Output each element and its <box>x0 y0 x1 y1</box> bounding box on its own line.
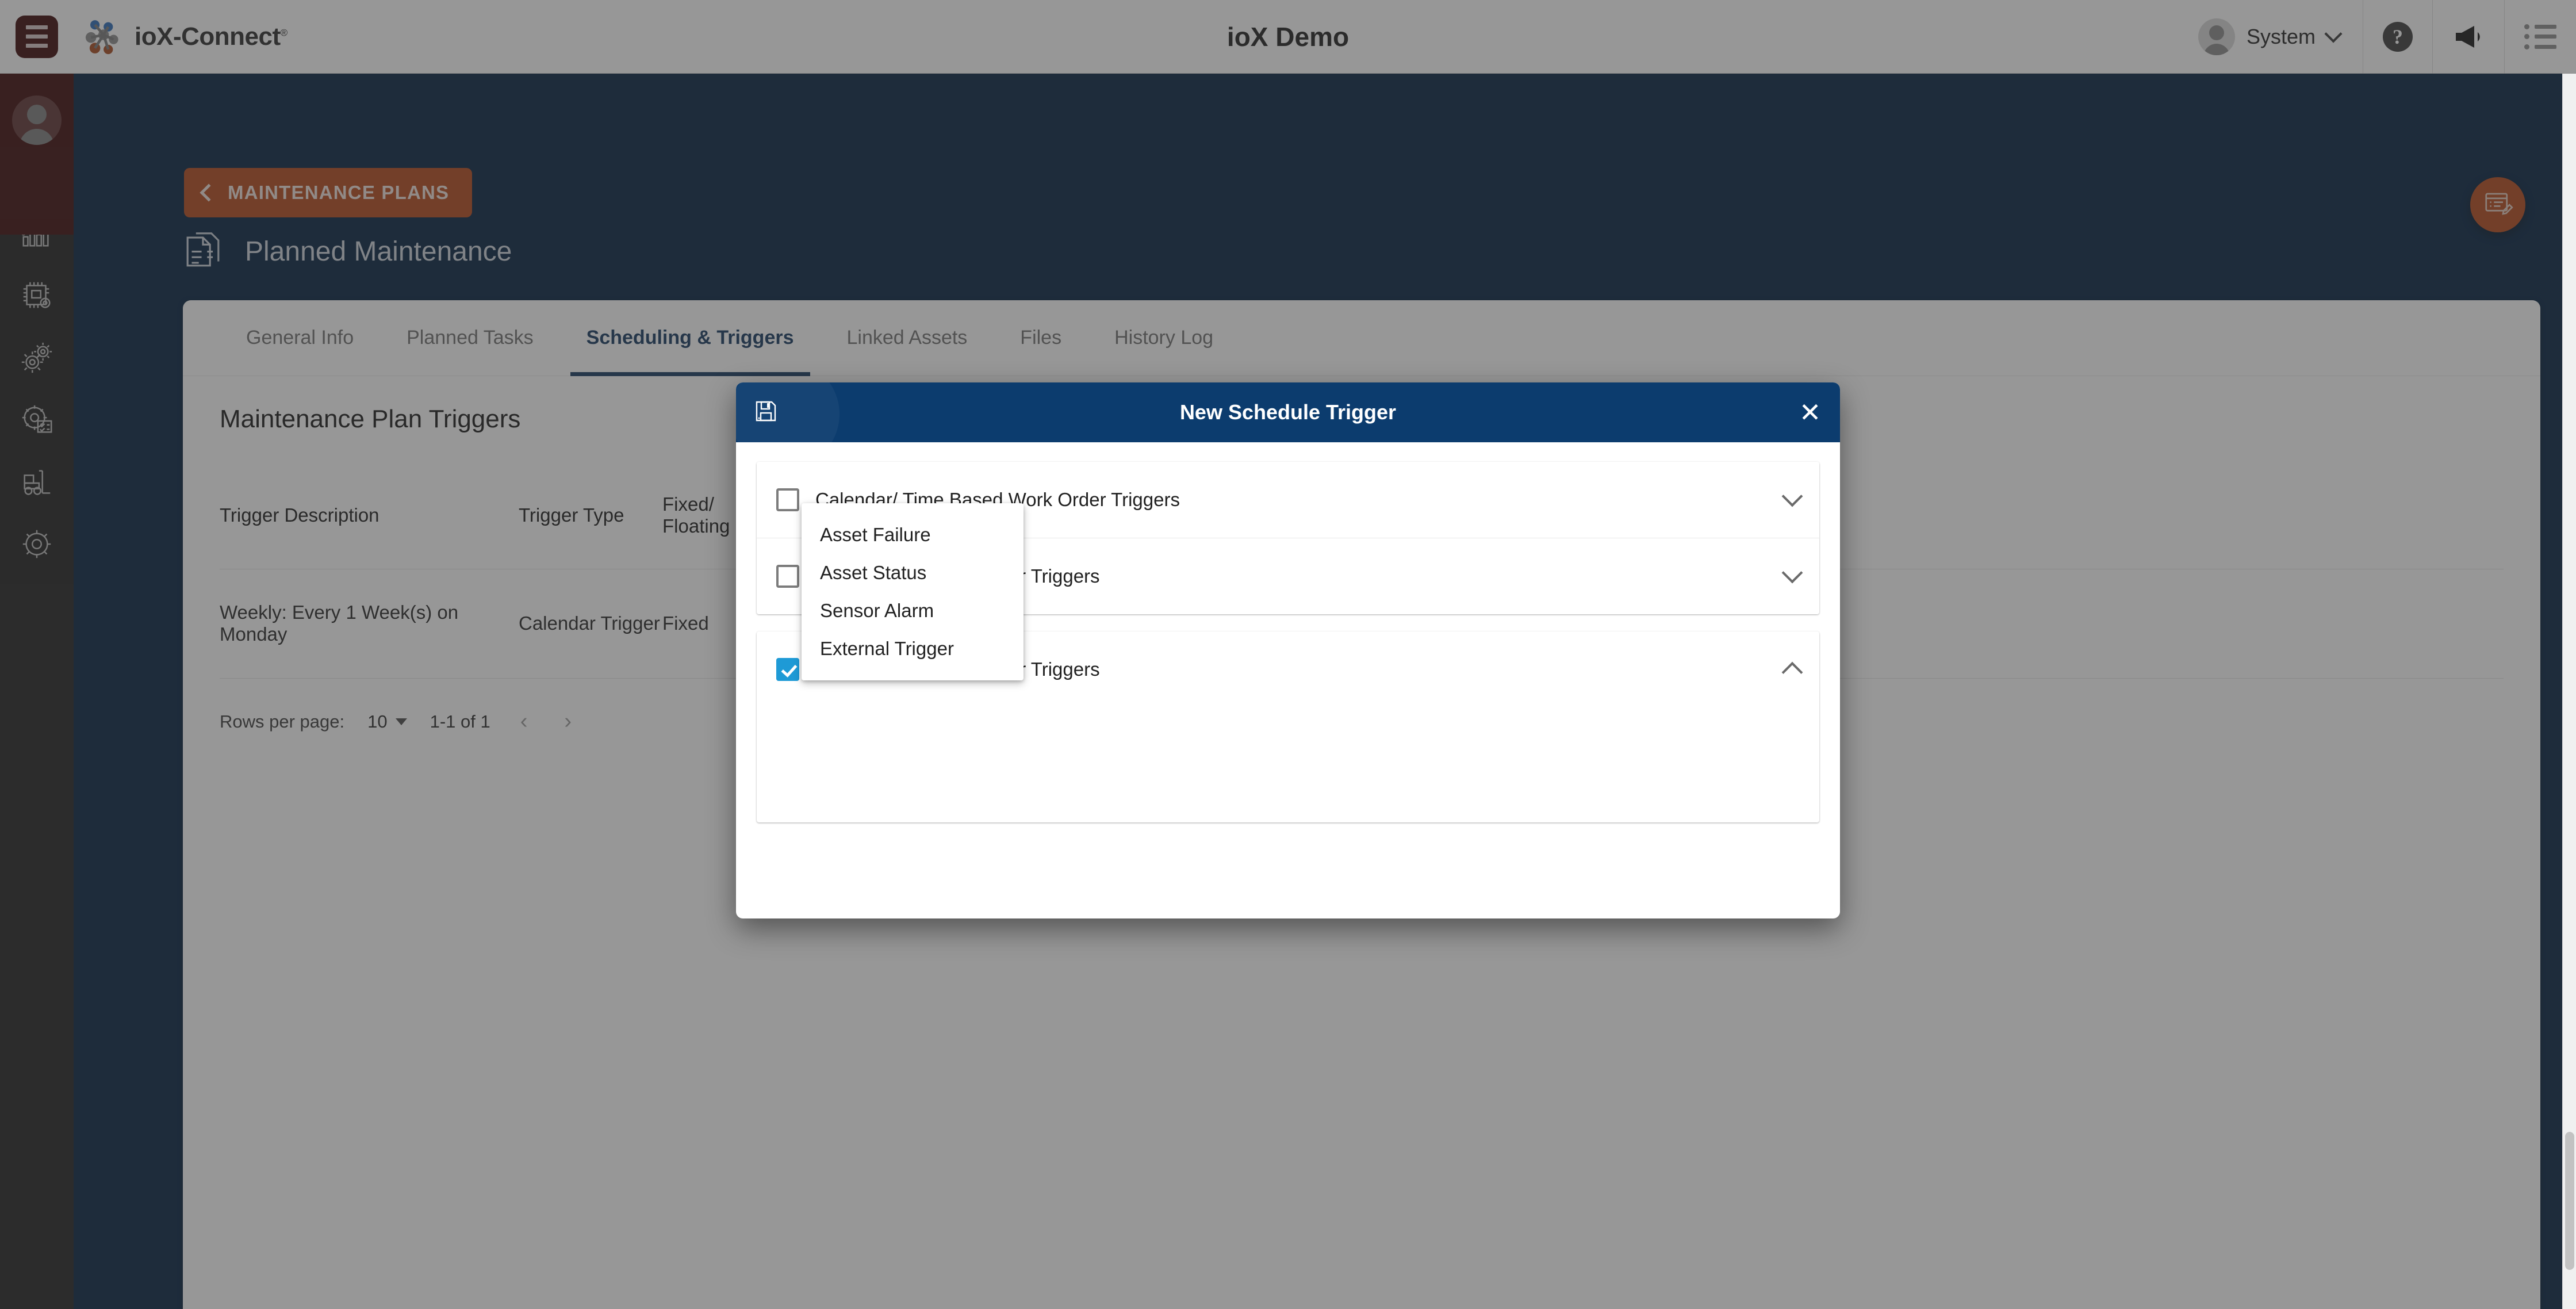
chevron-down-icon[interactable] <box>1781 562 1803 584</box>
close-button[interactable]: ✕ <box>1780 397 1840 428</box>
dialog-header: New Schedule Trigger ✕ <box>736 382 1840 442</box>
dropdown-option-asset-status[interactable]: Asset Status <box>802 554 1023 592</box>
dialog-title: New Schedule Trigger <box>1179 400 1397 424</box>
checkbox-event-based[interactable] <box>776 658 799 681</box>
event-trigger-type-dropdown: Asset Failure Asset Status Sensor Alarm … <box>802 503 1023 680</box>
dropdown-option-asset-failure[interactable]: Asset Failure <box>802 516 1023 554</box>
dropdown-option-external-trigger[interactable]: External Trigger <box>802 630 1023 668</box>
save-button[interactable] <box>736 399 796 427</box>
chevron-up-icon[interactable] <box>1781 661 1803 683</box>
checkbox-meter-based[interactable] <box>776 565 799 588</box>
dialog-body: Calendar/ Time Based Work Order Triggers… <box>736 442 1840 822</box>
chevron-down-icon[interactable] <box>1781 485 1803 507</box>
app-root: MAINTENANCE PLANS Planned Maintenance <box>0 0 2576 1309</box>
dropdown-option-sensor-alarm[interactable]: Sensor Alarm <box>802 592 1023 630</box>
new-schedule-trigger-dialog: New Schedule Trigger ✕ Calendar/ Time Ba… <box>736 382 1840 918</box>
scrollbar-thumb[interactable] <box>2565 1132 2574 1270</box>
close-icon: ✕ <box>1799 397 1822 427</box>
vertical-scrollbar[interactable] <box>2562 74 2576 1309</box>
checkbox-calendar-time-based[interactable] <box>776 488 799 511</box>
accordion-panel-event-based <box>757 707 1819 822</box>
floppy-save-icon <box>753 399 779 427</box>
